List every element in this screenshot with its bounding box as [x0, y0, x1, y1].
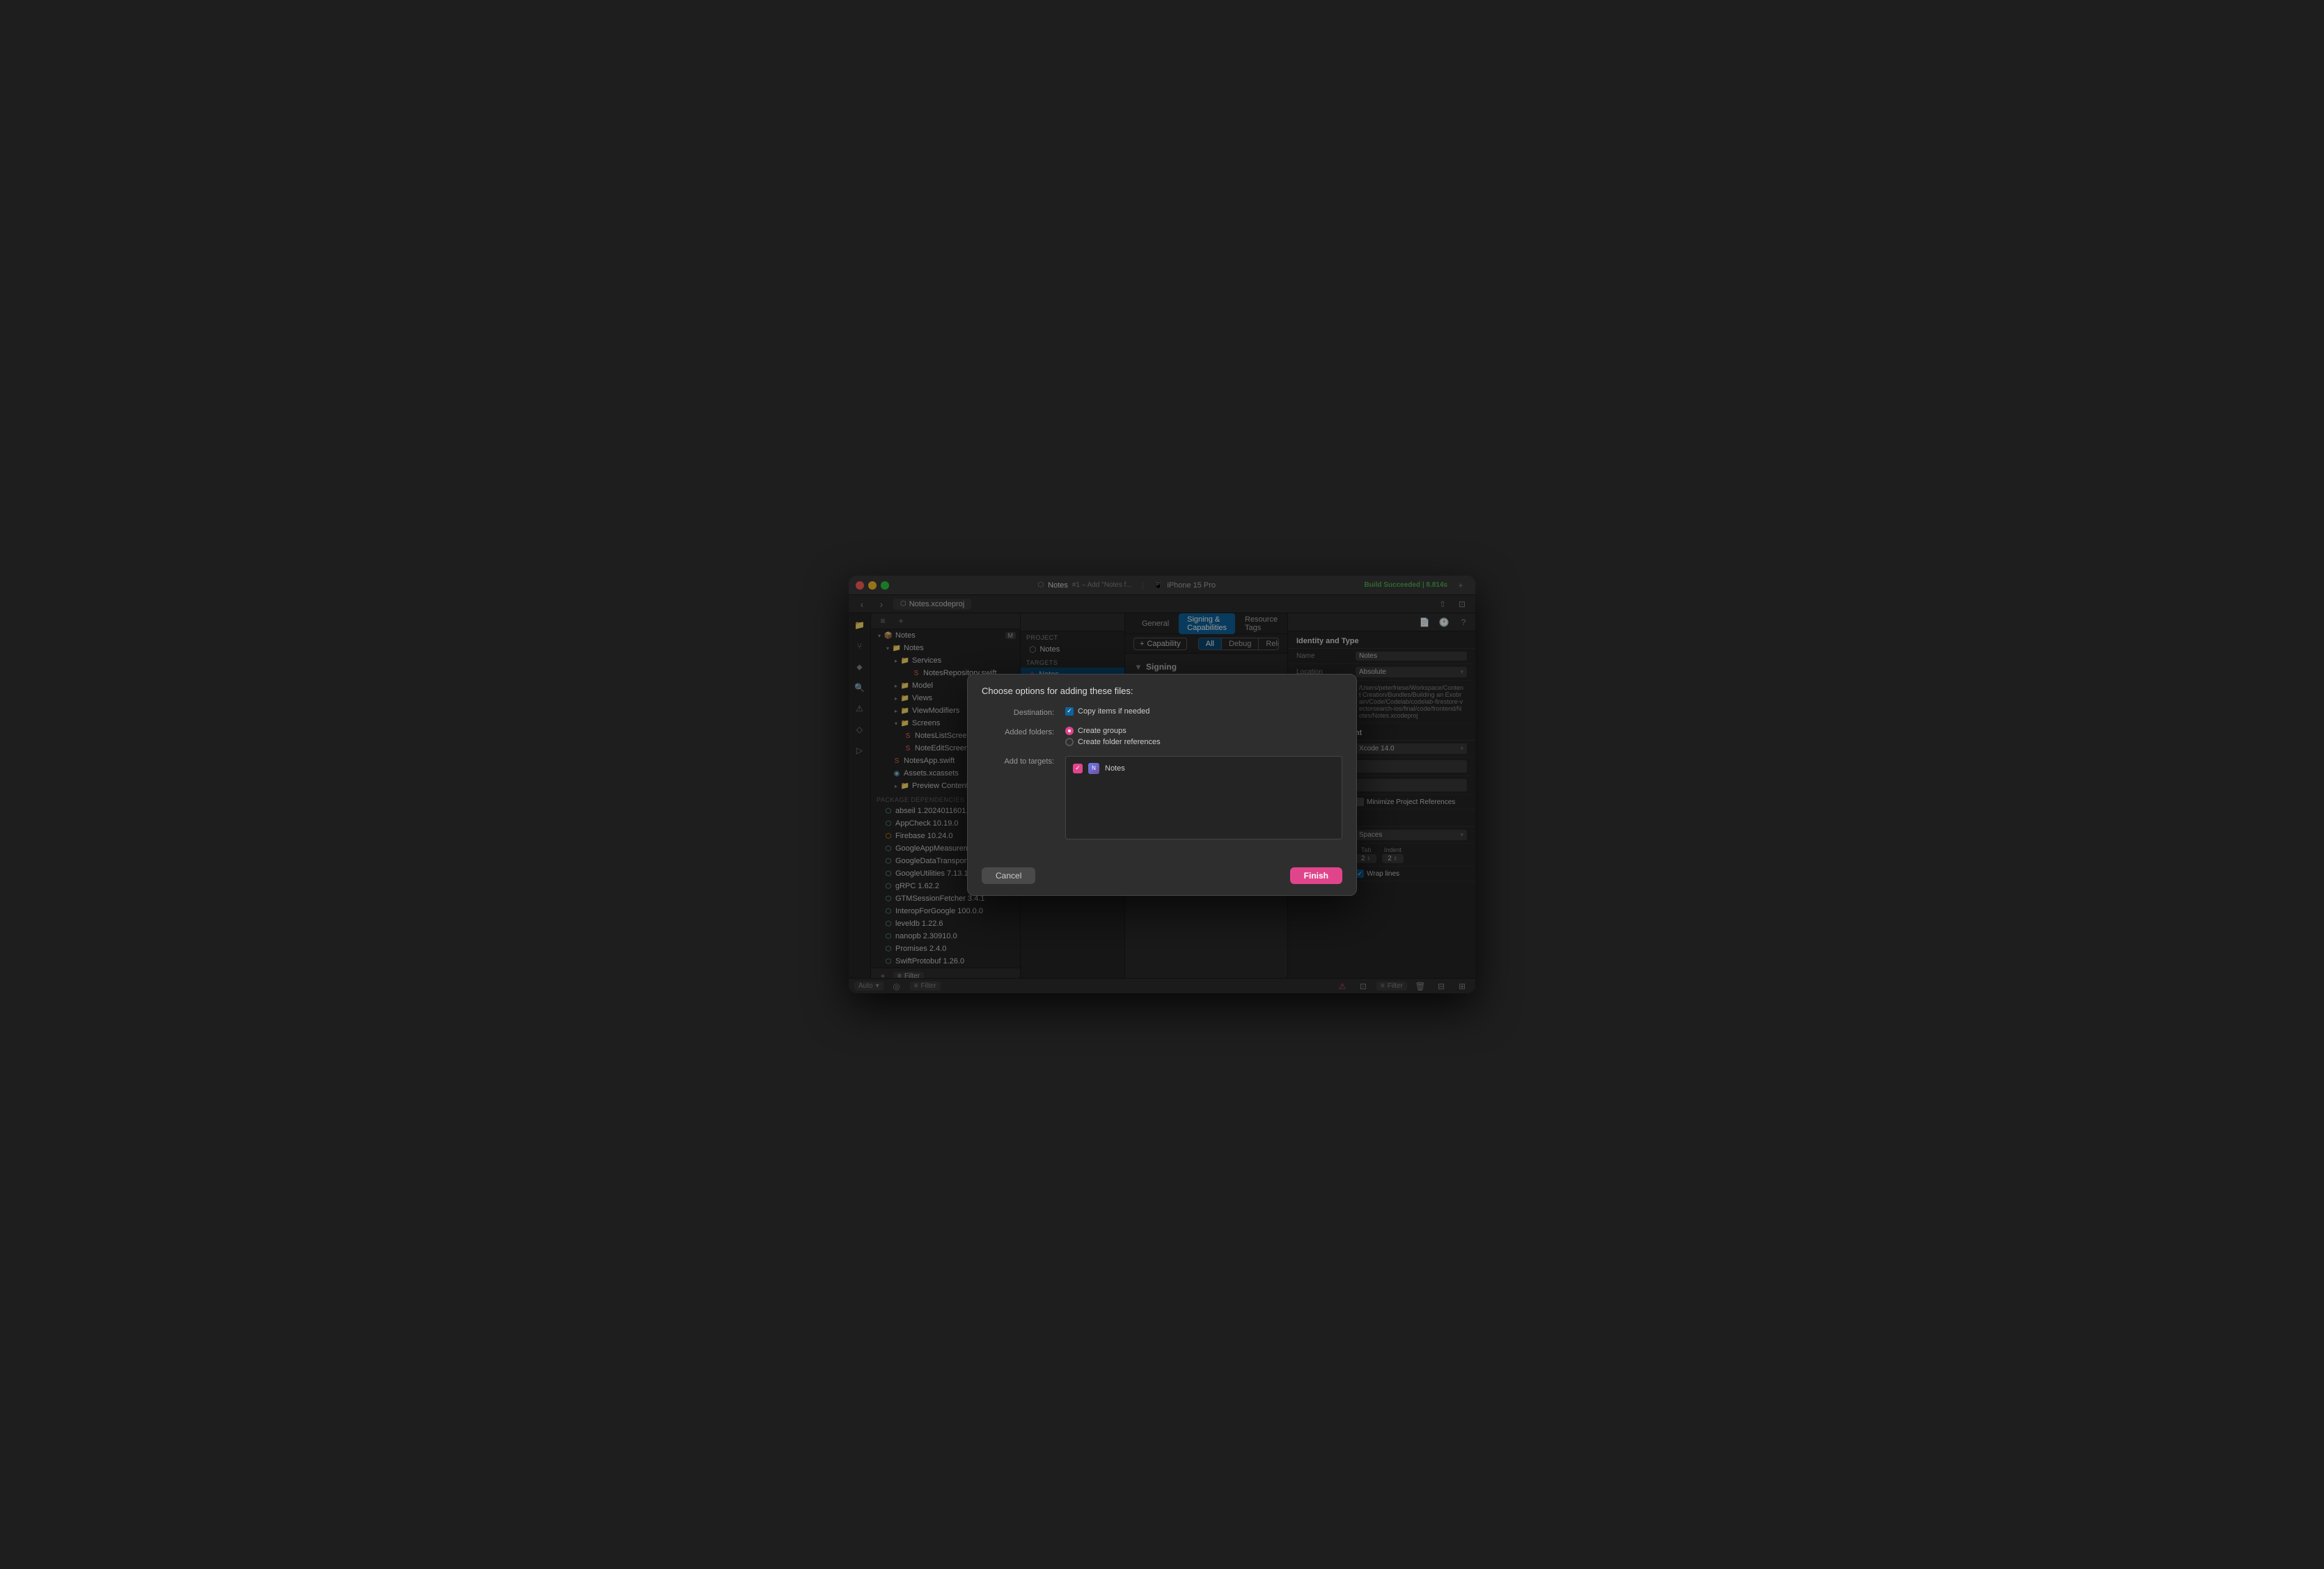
modal-overlay: Choose options for adding these files: D… [849, 576, 1475, 993]
target-notes-row: ✓ N Notes [1073, 761, 1335, 776]
finish-button[interactable]: Finish [1290, 867, 1342, 884]
create-folder-refs-radio[interactable] [1065, 738, 1074, 746]
destination-row: Destination: ✓ Copy items if needed [982, 707, 1342, 717]
destination-label: Destination: [982, 707, 1065, 717]
copy-items-checkbox[interactable]: ✓ [1065, 707, 1074, 716]
create-groups-radio[interactable] [1065, 727, 1074, 735]
target-checkbox[interactable]: ✓ [1073, 764, 1083, 773]
create-groups-label: Create groups [1078, 727, 1126, 735]
destination-control: ✓ Copy items if needed [1065, 707, 1342, 716]
destination-option-label: Copy items if needed [1078, 707, 1149, 716]
xcode-window: ⬡ Notes #1 – Add "Notes f... | 📱 iPhone … [849, 576, 1475, 993]
add-to-targets-control: ✓ N Notes [1065, 756, 1342, 839]
modal-body: Destination: ✓ Copy items if needed Adde… [968, 702, 1356, 860]
add-to-targets-label: Add to targets: [982, 756, 1065, 766]
targets-box: ✓ N Notes [1065, 756, 1342, 839]
added-folders-label: Added folders: [982, 727, 1065, 736]
destination-option: ✓ Copy items if needed [1065, 707, 1342, 716]
modal-title: Choose options for adding these files: [968, 675, 1356, 702]
add-files-modal: Choose options for adding these files: D… [967, 674, 1357, 896]
added-folders-control: Create groups Create folder references [1065, 727, 1342, 746]
modal-footer: Cancel Finish [968, 860, 1356, 895]
cancel-button[interactable]: Cancel [982, 867, 1035, 884]
create-groups-option: Create groups [1065, 727, 1342, 735]
target-app-icon: N [1088, 763, 1099, 774]
add-to-targets-row: Add to targets: ✓ N Notes [982, 756, 1342, 839]
added-folders-row: Added folders: Create groups Create fold… [982, 727, 1342, 746]
create-folder-refs-option: Create folder references [1065, 738, 1342, 746]
create-folder-refs-label: Create folder references [1078, 738, 1161, 746]
target-name-label: Notes [1105, 764, 1125, 773]
